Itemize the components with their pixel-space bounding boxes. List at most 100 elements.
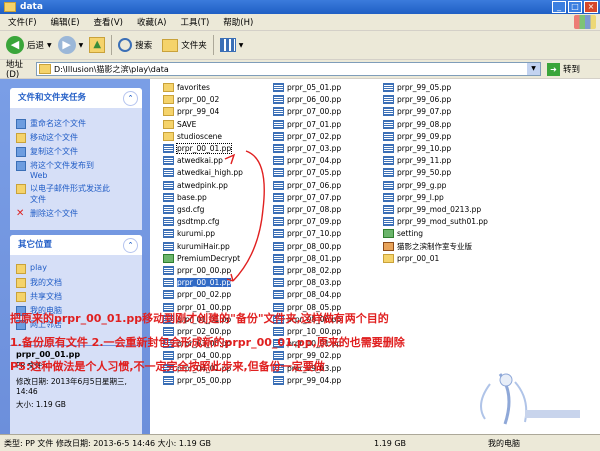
file-item-label: prpr_99_04 — [177, 107, 220, 117]
place-shared-documents[interactable]: 共享文档 — [10, 289, 142, 303]
file-item[interactable]: prpr_00_01.pp — [163, 143, 233, 154]
task-email[interactable]: 以电子邮件形式发送此文件 — [10, 181, 142, 206]
menu-file[interactable]: 文件(F) — [8, 16, 37, 28]
file-item[interactable]: kurumiHair.pp — [163, 241, 230, 252]
task-move[interactable]: 移动这个文件 — [10, 130, 142, 144]
file-icon — [163, 168, 174, 178]
file-item[interactable]: prpr_00_00.pp — [163, 265, 231, 276]
file-item[interactable]: prpr_07_05.pp — [273, 167, 341, 178]
file-item[interactable]: prpr_99_05.pp — [383, 82, 451, 93]
file-icon — [383, 83, 394, 92]
file-icon — [273, 290, 284, 300]
forward-button[interactable]: ▶ ▼ — [57, 36, 83, 54]
file-item[interactable]: prpr_07_08.pp — [273, 204, 341, 215]
menu-view[interactable]: 查看(V) — [94, 16, 123, 28]
file-item[interactable]: prpr_99_10.pp — [383, 143, 451, 154]
file-item-label: prpr_99_06.pp — [397, 95, 452, 105]
file-item[interactable]: prpr_07_07.pp — [273, 192, 341, 203]
file-item[interactable]: prpr_06_00.pp — [273, 94, 341, 105]
file-item[interactable]: prpr_00_02 — [163, 94, 219, 105]
file-item[interactable]: prpr_07_02.pp — [273, 131, 341, 142]
address-input[interactable]: D:\Illusion\猫影之滨\play\data ▼ — [36, 62, 541, 76]
file-item[interactable]: atwedpink.pp — [163, 180, 228, 191]
annotation-line-1: 把原来的prpr_00_01.pp移动到刚才创建的"备份"文件夹,这样做有两个目… — [10, 312, 389, 325]
file-item[interactable]: prpr_00_01 — [383, 253, 439, 264]
task-copy[interactable]: 复制这个文件 — [10, 144, 142, 158]
task-delete[interactable]: ✕ 删除这个文件 — [10, 206, 142, 220]
file-item[interactable]: prpr_07_09.pp — [273, 216, 341, 227]
file-item[interactable]: setting — [383, 228, 423, 239]
file-item[interactable]: prpr_07_04.pp — [273, 155, 341, 166]
up-button[interactable]: ▲ — [89, 37, 106, 53]
file-item[interactable]: gsd.cfg — [163, 204, 204, 215]
folders-button[interactable]: 文件夹 — [162, 38, 207, 52]
place-play[interactable]: play — [10, 261, 142, 275]
file-item[interactable]: prpr_99_50.pp — [383, 167, 451, 178]
file-icon — [273, 131, 284, 141]
file-item[interactable]: studioscene — [163, 131, 222, 142]
file-item[interactable]: prpr_99_04 — [163, 106, 219, 117]
file-icon — [383, 192, 394, 202]
file-item[interactable]: prpr_07_01.pp — [273, 119, 341, 130]
other-places-header[interactable]: 其它位置 ⌃ — [10, 235, 142, 255]
collapse-icon[interactable]: ⌃ — [123, 91, 138, 106]
file-item[interactable]: gsdtmp.cfg — [163, 216, 219, 227]
file-item[interactable]: prpr_99_mod_0213.pp — [383, 204, 481, 215]
task-rename[interactable]: 重命名这个文件 — [10, 116, 142, 130]
file-item[interactable]: prpr_08_00.pp — [273, 241, 341, 252]
file-item[interactable]: favorites — [163, 82, 210, 93]
views-button[interactable]: ▼ — [219, 38, 243, 52]
file-item[interactable]: prpr_99_08.pp — [383, 119, 451, 130]
file-item[interactable]: prpr_07_03.pp — [273, 143, 341, 154]
file-icon — [383, 131, 394, 141]
go-arrow-icon: ➜ — [547, 62, 560, 76]
file-item[interactable]: atwedkai_high.pp — [163, 167, 243, 178]
file-item[interactable]: base.pp — [163, 192, 207, 203]
file-item[interactable]: prpr_07_10.pp — [273, 228, 341, 239]
back-button[interactable]: ◀ 后退 ▼ — [6, 36, 52, 54]
file-item[interactable]: prpr_99_04.pp — [273, 375, 341, 386]
collapse-icon[interactable]: ⌃ — [123, 238, 138, 253]
menu-edit[interactable]: 编辑(E) — [51, 16, 80, 28]
folder-icon — [163, 107, 174, 117]
file-item[interactable]: prpr_08_04.pp — [273, 289, 341, 300]
file-item[interactable]: prpr_99_07.pp — [383, 106, 451, 117]
copy-icon — [16, 146, 26, 157]
file-item[interactable]: prpr_05_00.pp — [163, 375, 231, 386]
menu-favorites[interactable]: 收藏(A) — [137, 16, 166, 28]
file-item[interactable]: prpr_99_g.pp — [383, 180, 446, 191]
file-item[interactable]: prpr_00_02.pp — [163, 289, 231, 300]
file-item[interactable]: SAVE — [163, 119, 196, 130]
file-item[interactable]: atwedkai.pp — [163, 155, 223, 166]
chevron-down-icon[interactable]: ▼ — [527, 63, 540, 75]
file-item[interactable]: prpr_05_01.pp — [273, 82, 341, 93]
file-item[interactable]: prpr_07_06.pp — [273, 180, 341, 191]
file-item[interactable]: prpr_07_00.pp — [273, 106, 341, 117]
minimize-button[interactable]: _ — [552, 1, 566, 13]
search-button[interactable]: 搜索 — [118, 38, 152, 52]
file-item[interactable]: prpr_99_mod_suth01.pp — [383, 216, 488, 227]
status-bar: 类型: PP 文件 修改日期: 2013-6-5 14:46 大小: 1.19 … — [0, 434, 600, 451]
chevron-down-icon: ▼ — [47, 41, 52, 49]
file-item[interactable]: prpr_08_01.pp — [273, 253, 341, 264]
file-item-label: prpr_07_08.pp — [287, 205, 342, 214]
file-item[interactable]: prpr_99_06.pp — [383, 94, 451, 105]
task-publish[interactable]: 将这个文件发布到 Web — [10, 158, 142, 181]
menu-tools[interactable]: 工具(T) — [180, 16, 209, 28]
menu-help[interactable]: 帮助(H) — [223, 16, 253, 28]
maximize-button[interactable]: □ — [568, 1, 582, 13]
file-item[interactable]: PremiumDecrypt — [163, 253, 240, 264]
file-item[interactable]: prpr_99_11.pp — [383, 155, 451, 166]
file-item[interactable]: prpr_99_l.pp — [383, 192, 444, 203]
file-icon — [273, 241, 284, 251]
close-button[interactable]: × — [584, 1, 598, 13]
file-item[interactable]: prpr_00_01.pp — [163, 277, 232, 288]
file-item[interactable]: prpr_08_02.pp — [273, 265, 341, 276]
file-item[interactable]: 猫影之滨制作室专业版 — [383, 241, 472, 252]
place-my-documents[interactable]: 我的文档 — [10, 275, 142, 289]
file-item[interactable]: prpr_99_09.pp — [383, 131, 451, 142]
file-item[interactable]: prpr_08_03.pp — [273, 277, 341, 288]
file-tasks-header[interactable]: 文件和文件夹任务 ⌃ — [10, 88, 142, 108]
go-button[interactable]: ➜ 转到 — [547, 62, 580, 76]
file-item[interactable]: kurumi.pp — [163, 228, 215, 239]
